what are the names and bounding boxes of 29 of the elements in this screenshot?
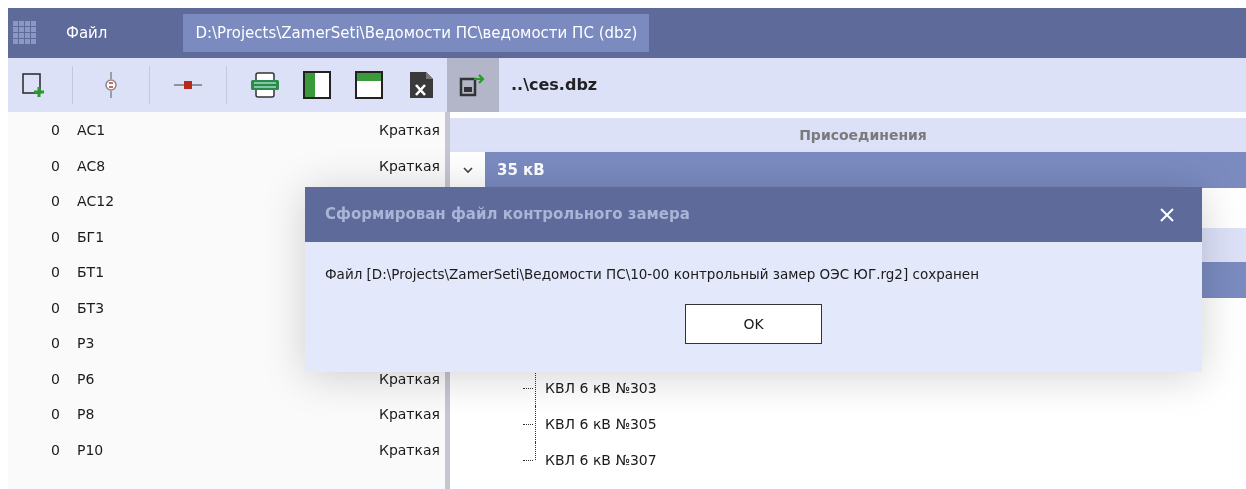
column-header: Присоединения [450, 118, 1246, 152]
mode-cell-text: Краткая [378, 440, 440, 460]
object-name: Р6 [77, 369, 95, 389]
object-name: БГ1 [77, 227, 105, 247]
object-name: Р10 [77, 440, 104, 460]
count-cell-text: 0 [50, 298, 60, 318]
count-cell-text: 0 [50, 227, 60, 247]
count-cell-text: 0 [50, 263, 60, 283]
count-cell-text: 0 [50, 192, 60, 212]
count-cell-text: 0 [50, 405, 60, 425]
mode-cell-text: Краткая [378, 156, 440, 176]
mode-cell-text: Краткая [378, 405, 440, 425]
dialog-message: Файл [D:\Projects\ZamerSeti\Ведомости ПС\10-00 контрольный замер ОЭС ЮГ.rg2] сохранен [325, 265, 979, 284]
object-name: АС12 [77, 192, 115, 212]
dialog-title: Сформирован файл контрольного замера [325, 204, 690, 226]
count-cell-text: 0 [50, 369, 60, 389]
object-name: АС8 [77, 156, 106, 176]
count-cell-text: 0 [50, 121, 60, 141]
object-name: Р8 [77, 405, 95, 425]
object-name: БТ1 [77, 263, 105, 283]
object-name: АС1 [77, 121, 106, 141]
mode-cell-text: Краткая [378, 369, 440, 389]
count-cell-text: 0 [50, 334, 60, 354]
object-name: Р3 [77, 334, 95, 354]
file-name: ..\ces.dbz [510, 74, 599, 96]
object-name: БТ3 [77, 298, 105, 318]
count-cell-text: 0 [50, 440, 60, 460]
mode-cell-text: Краткая [378, 121, 440, 141]
count-cell-text: 0 [50, 156, 60, 176]
